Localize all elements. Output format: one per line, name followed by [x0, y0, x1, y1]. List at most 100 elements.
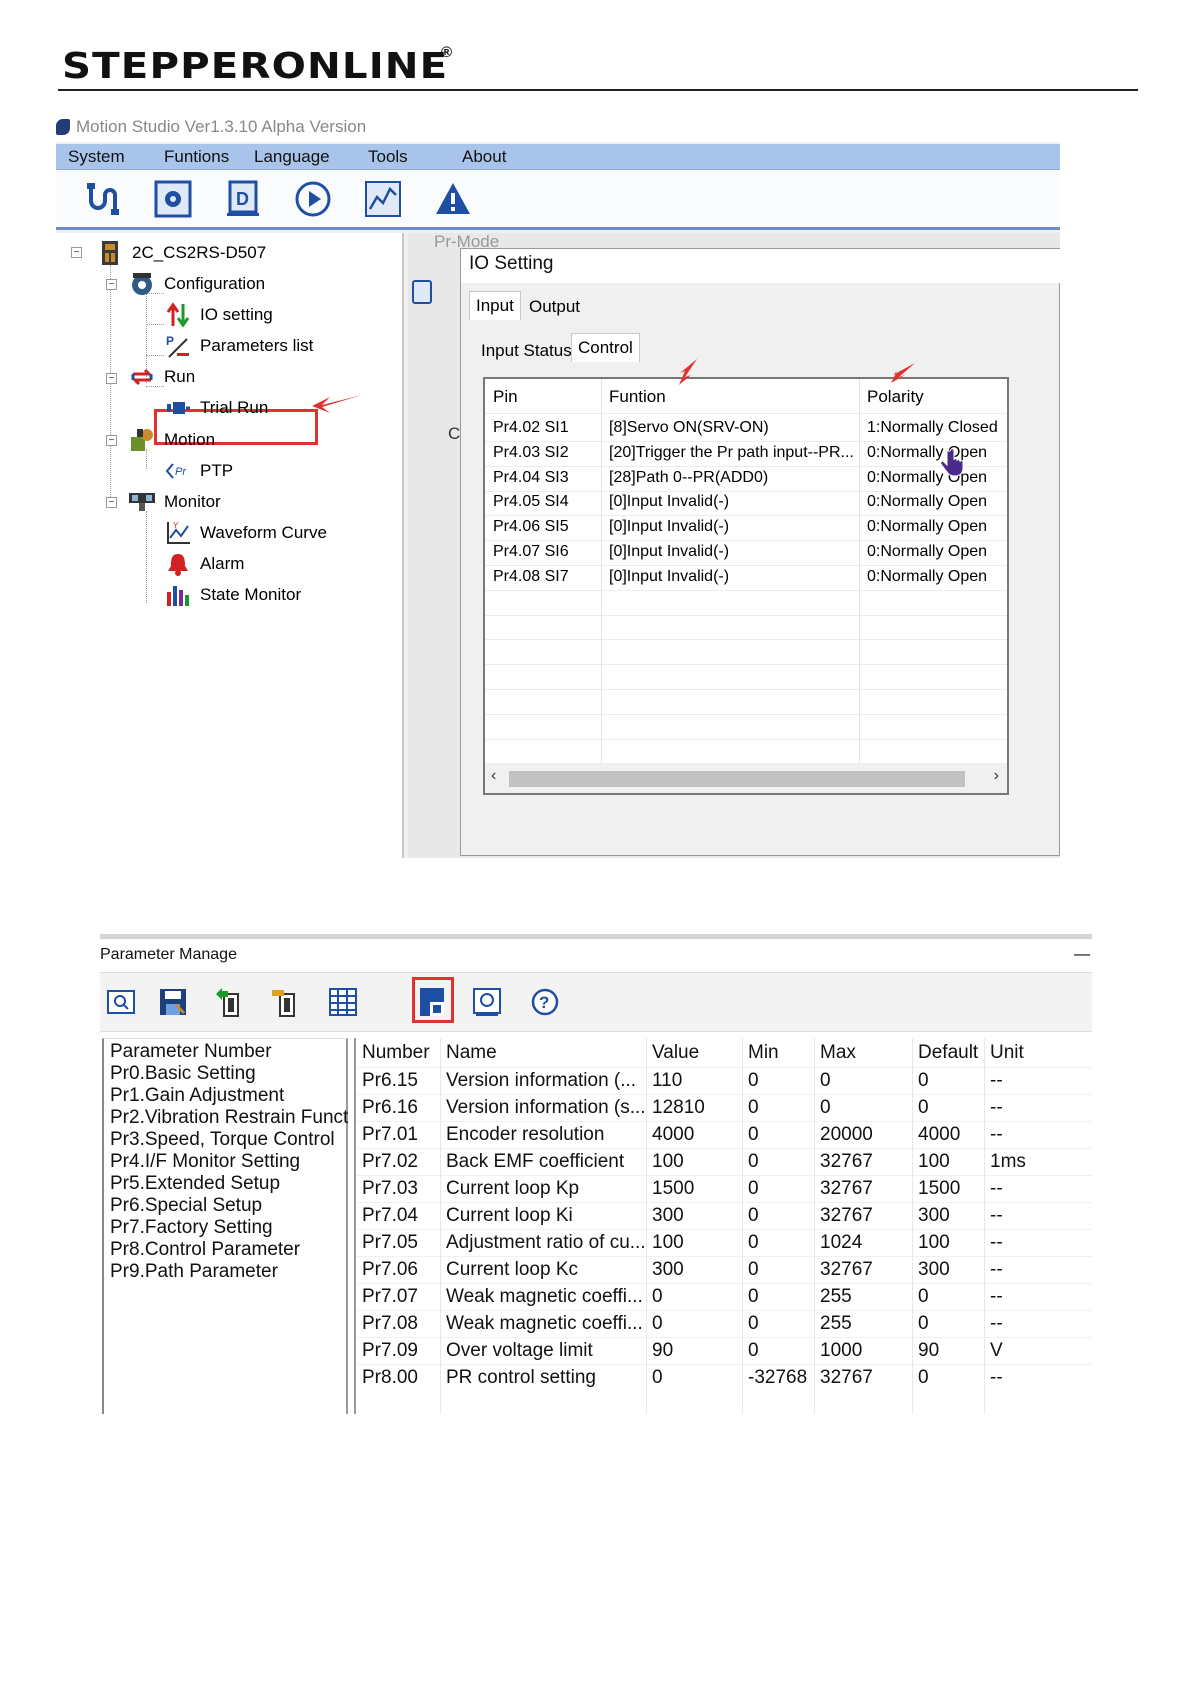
- column-header-funtion[interactable]: Funtion: [609, 387, 666, 407]
- column-header-name[interactable]: Name: [446, 1042, 497, 1064]
- tree-item-device[interactable]: 2C_CS2RS-D507: [96, 239, 266, 267]
- tree-item-run[interactable]: Run: [128, 363, 195, 391]
- param-cell-unit[interactable]: --: [990, 1367, 1003, 1389]
- param-cell-name[interactable]: Version information (...: [446, 1070, 636, 1092]
- param-cell-max[interactable]: 32767: [820, 1151, 873, 1173]
- parameter-group-item[interactable]: Pr9.Path Parameter: [110, 1261, 278, 1283]
- param-cell-value[interactable]: 4000: [652, 1124, 694, 1146]
- config-icon[interactable]: [152, 178, 194, 220]
- param-cell-number[interactable]: Pr7.04: [362, 1205, 418, 1227]
- tree-item-configuration[interactable]: Configuration: [128, 270, 265, 298]
- scrollbar-thumb[interactable]: [509, 771, 965, 787]
- io-cell-polarity[interactable]: 0:Normally Open: [867, 444, 987, 462]
- param-cell-name[interactable]: PR control setting: [446, 1367, 596, 1389]
- parameter-group-item[interactable]: Pr3.Speed, Torque Control: [110, 1129, 335, 1151]
- tab-output[interactable]: Output: [523, 293, 586, 321]
- param-cell-unit[interactable]: 1ms: [990, 1151, 1026, 1173]
- waveform-icon[interactable]: [362, 178, 404, 220]
- param-cell-max[interactable]: 32767: [820, 1367, 873, 1389]
- param-cell-max[interactable]: 32767: [820, 1178, 873, 1200]
- scroll-right-icon[interactable]: ›: [994, 767, 999, 785]
- param-cell-name[interactable]: Back EMF coefficient: [446, 1151, 624, 1173]
- io-cell-function[interactable]: [0]Input Invalid(-): [609, 543, 729, 561]
- param-cell-min[interactable]: 0: [748, 1097, 759, 1119]
- param-cell-value[interactable]: 0: [652, 1313, 663, 1335]
- parameter-group-item[interactable]: Pr1.Gain Adjustment: [110, 1085, 284, 1107]
- param-cell-unit[interactable]: --: [990, 1097, 1003, 1119]
- param-cell-max[interactable]: 20000: [820, 1124, 873, 1146]
- help-icon[interactable]: ?: [528, 985, 562, 1019]
- param-cell-default[interactable]: 1500: [918, 1178, 960, 1200]
- column-header-min[interactable]: Min: [748, 1042, 779, 1064]
- io-cell-pin[interactable]: Pr4.03 SI2: [493, 444, 569, 462]
- connect-icon[interactable]: [82, 178, 124, 220]
- param-cell-min[interactable]: 0: [748, 1151, 759, 1173]
- param-cell-max[interactable]: 1000: [820, 1340, 862, 1362]
- column-header-pin[interactable]: Pin: [493, 387, 518, 407]
- alarm-icon[interactable]: [432, 178, 474, 220]
- io-cell-polarity[interactable]: 0:Normally Open: [867, 543, 987, 561]
- param-cell-default[interactable]: 90: [918, 1340, 939, 1362]
- parameter-group-item[interactable]: Pr2.Vibration Restrain Funct: [110, 1107, 348, 1129]
- param-cell-number[interactable]: Pr6.16: [362, 1097, 418, 1119]
- param-cell-name[interactable]: Current loop Ki: [446, 1205, 573, 1227]
- param-cell-min[interactable]: 0: [748, 1205, 759, 1227]
- column-header-unit[interactable]: Unit: [990, 1042, 1024, 1064]
- parameter-group-item[interactable]: Pr0.Basic Setting: [110, 1063, 256, 1085]
- param-cell-value[interactable]: 12810: [652, 1097, 705, 1119]
- param-cell-value[interactable]: 100: [652, 1151, 684, 1173]
- io-cell-polarity[interactable]: 0:Normally Open: [867, 568, 987, 586]
- param-cell-unit[interactable]: --: [990, 1178, 1003, 1200]
- param-cell-default[interactable]: 0: [918, 1367, 929, 1389]
- column-header-number[interactable]: Number: [362, 1042, 430, 1064]
- io-cell-polarity[interactable]: 0:Normally Open: [867, 493, 987, 511]
- param-cell-min[interactable]: 0: [748, 1340, 759, 1362]
- column-header-value[interactable]: Value: [652, 1042, 699, 1064]
- minimize-icon[interactable]: —: [1074, 946, 1090, 964]
- param-cell-name[interactable]: Current loop Kp: [446, 1178, 579, 1200]
- param-cell-unit[interactable]: --: [990, 1232, 1003, 1254]
- param-cell-min[interactable]: 0: [748, 1178, 759, 1200]
- io-cell-pin[interactable]: Pr4.06 SI5: [493, 518, 569, 536]
- param-cell-name[interactable]: Encoder resolution: [446, 1124, 604, 1146]
- param-cell-name[interactable]: Over voltage limit: [446, 1340, 593, 1362]
- param-cell-default[interactable]: 300: [918, 1205, 950, 1227]
- io-cell-function[interactable]: [20]Trigger the Pr path input--PR...: [609, 444, 854, 462]
- run-icon[interactable]: [292, 178, 334, 220]
- param-cell-number[interactable]: Pr7.02: [362, 1151, 418, 1173]
- param-cell-name[interactable]: Version information (s...: [446, 1097, 646, 1119]
- param-cell-min[interactable]: 0: [748, 1313, 759, 1335]
- tree-expander-monitor[interactable]: −: [106, 497, 117, 508]
- param-cell-number[interactable]: Pr6.15: [362, 1070, 418, 1092]
- tree-expander-root[interactable]: −: [71, 247, 82, 258]
- subtab-input-status[interactable]: Input Status: [475, 337, 578, 365]
- param-cell-name[interactable]: Weak magnetic coeffi...: [446, 1286, 643, 1308]
- param-cell-number[interactable]: Pr7.06: [362, 1259, 418, 1281]
- io-cell-pin[interactable]: Pr4.08 SI7: [493, 568, 569, 586]
- param-cell-unit[interactable]: --: [990, 1205, 1003, 1227]
- io-cell-function[interactable]: [0]Input Invalid(-): [609, 518, 729, 536]
- parameter-group-item[interactable]: Pr5.Extended Setup: [110, 1173, 280, 1195]
- param-cell-value[interactable]: 100: [652, 1232, 684, 1254]
- param-cell-value[interactable]: 300: [652, 1205, 684, 1227]
- menu-language[interactable]: Language: [254, 144, 330, 170]
- tree-expander-configuration[interactable]: −: [106, 279, 117, 290]
- menu-about[interactable]: About: [462, 144, 506, 170]
- column-header-polarity[interactable]: Polarity: [867, 387, 924, 407]
- param-cell-unit[interactable]: --: [990, 1313, 1003, 1335]
- param-cell-number[interactable]: Pr7.07: [362, 1286, 418, 1308]
- param-cell-number[interactable]: Pr7.09: [362, 1340, 418, 1362]
- parameter-group-item[interactable]: Pr6.Special Setup: [110, 1195, 262, 1217]
- param-cell-unit[interactable]: --: [990, 1259, 1003, 1281]
- io-cell-pin[interactable]: Pr4.05 SI4: [493, 493, 569, 511]
- tree-item-trial-run[interactable]: Trial Run: [164, 394, 268, 422]
- parameter-icon[interactable]: D: [222, 178, 264, 220]
- param-cell-min[interactable]: 0: [748, 1232, 759, 1254]
- param-cell-max[interactable]: 32767: [820, 1259, 873, 1281]
- io-cell-function[interactable]: [8]Servo ON(SRV-ON): [609, 419, 769, 437]
- parameter-group-item[interactable]: Pr7.Factory Setting: [110, 1217, 273, 1239]
- table-icon[interactable]: [326, 985, 360, 1019]
- io-cell-pin[interactable]: Pr4.04 SI3: [493, 469, 569, 487]
- subtab-control[interactable]: Control: [571, 333, 640, 362]
- param-cell-min[interactable]: 0: [748, 1070, 759, 1092]
